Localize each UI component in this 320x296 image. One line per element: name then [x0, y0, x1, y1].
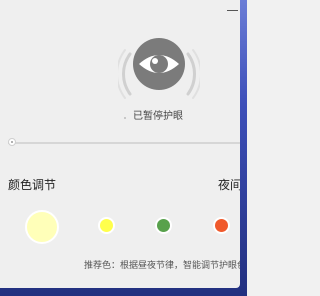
color-swatch-red[interactable] [213, 217, 230, 234]
color-adjust-label: 颜色调节 [8, 178, 57, 192]
intensity-slider-thumb[interactable] [8, 138, 16, 146]
intensity-slider-track[interactable] [8, 142, 240, 144]
eye-icon [116, 38, 202, 99]
eye-protection-panel: 已暂停护眼 颜色调节 夜间 推荐色：根据昼夜节律，智能调节护眼色 [0, 0, 240, 288]
color-swatch-green[interactable] [155, 217, 172, 234]
recommended-color-hint: 推荐色：根据昼夜节律，智能调节护眼色 [84, 261, 240, 271]
color-swatch-yellow[interactable] [98, 217, 115, 234]
minimize-button[interactable] [226, 6, 238, 16]
night-mode-label: 夜间 [218, 178, 240, 192]
status-indicator-dot [124, 117, 126, 119]
eye-protection-status: 已暂停护眼 [133, 111, 183, 122]
color-swatch-soft-yellow[interactable] [25, 210, 59, 244]
eye-protection-toggle[interactable] [116, 34, 202, 116]
